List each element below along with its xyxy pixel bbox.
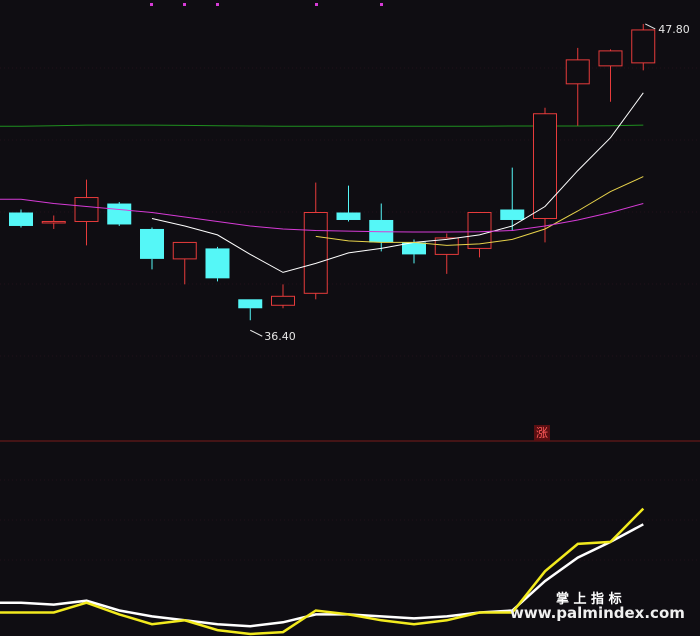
candle-body-up — [565, 59, 590, 85]
stock-chart-panel: 47.80 36.40 涨 掌 上 指 标 www.palmindex.com — [0, 0, 700, 636]
candle-body-up — [598, 50, 623, 67]
candle — [107, 202, 132, 226]
candle-body-up — [271, 295, 295, 306]
top-marker — [150, 3, 153, 6]
candle — [205, 246, 230, 282]
top-marker — [380, 3, 383, 6]
annotation-high-label: 47.80 — [658, 23, 690, 36]
candle-body-down — [500, 209, 525, 220]
candle-body-up — [533, 113, 557, 219]
candle-body-down — [9, 212, 33, 226]
candle-body-up — [631, 29, 656, 64]
watermark-url: www.palmindex.com — [510, 604, 685, 622]
candle-body-down — [205, 248, 230, 279]
annotation-low-label: 36.40 — [264, 330, 296, 343]
candle-body-down — [336, 212, 361, 220]
top-marker — [216, 3, 219, 6]
candle-body-up — [303, 212, 328, 294]
candle-body-up — [74, 197, 99, 222]
candle-body-down — [140, 228, 164, 259]
chart-background — [0, 0, 700, 636]
candle-body-down — [238, 299, 263, 309]
up-marker-text: 涨 — [536, 425, 548, 440]
top-marker — [183, 3, 186, 6]
up-marker: 涨 — [534, 425, 550, 441]
candle-body-up — [172, 241, 197, 260]
candle-body-down — [107, 203, 132, 225]
candle-body-up — [41, 220, 66, 224]
top-marker — [315, 3, 318, 6]
chart-canvas: 47.8036.40 涨 掌 上 指 标 www.palmindex.com — [0, 0, 700, 636]
